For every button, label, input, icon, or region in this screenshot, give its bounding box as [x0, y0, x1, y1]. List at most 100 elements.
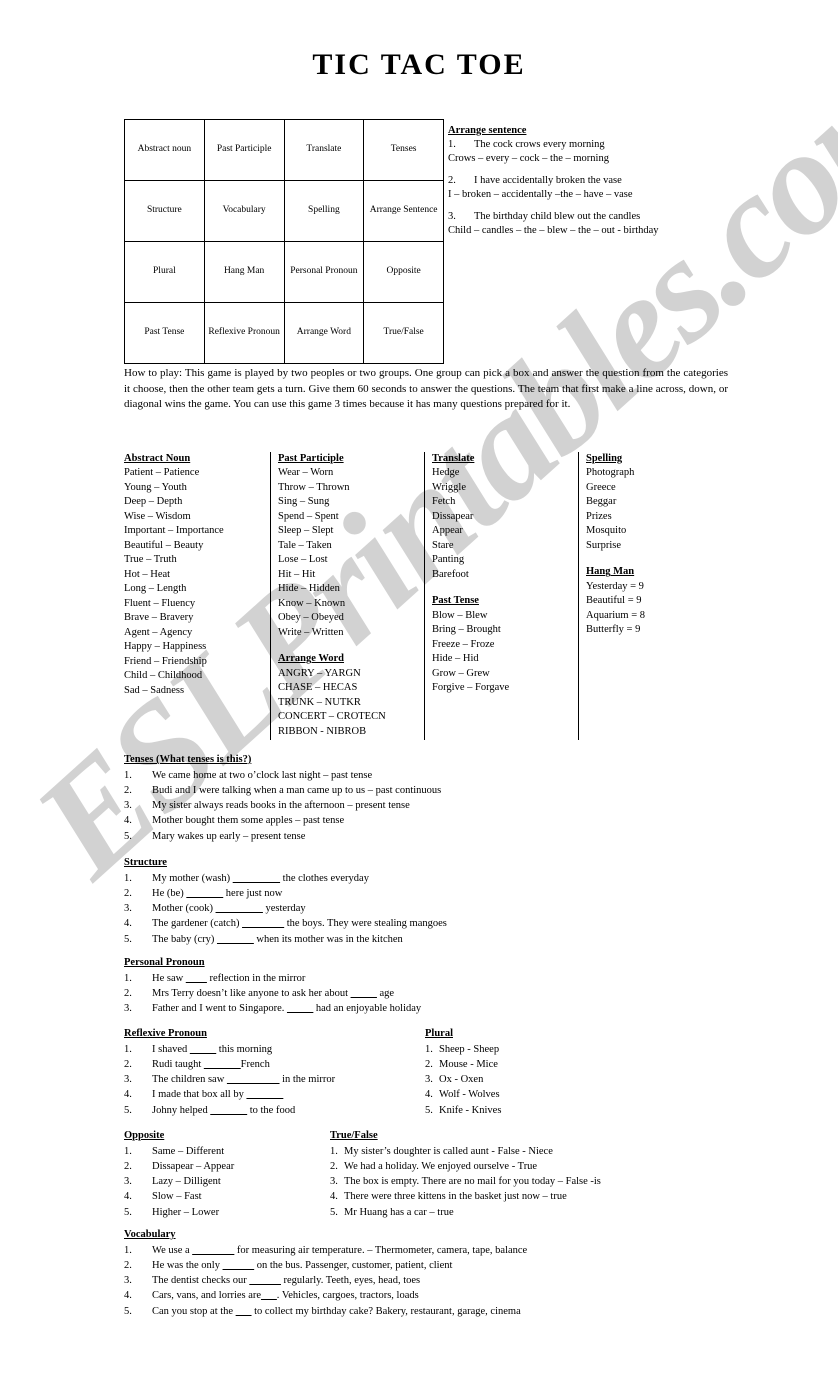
list-item: Wriggle [432, 481, 466, 493]
item-text-before: The gardener (catch) [152, 918, 240, 930]
item-text-after: when its mother was in the kitchen [253, 933, 403, 945]
item-number: 5. [425, 1104, 433, 1116]
item-text: Slow – Fast [152, 1191, 202, 1203]
answer-blank[interactable]: ______ [249, 1275, 281, 1286]
worksheet-page: TIC TAC TOE Abstract noun Past Participl… [0, 0, 838, 1389]
grid-cell[interactable]: Tenses [363, 119, 444, 181]
item-text-after: for measuring air temperature. – Thermom… [234, 1245, 528, 1257]
answer-blank[interactable]: _______ [217, 934, 254, 945]
column-heading: Past Participle [278, 453, 344, 464]
grid-cell[interactable]: Spelling [283, 180, 365, 242]
list-item: Hedge [432, 467, 460, 479]
item-number: 2. [124, 1161, 132, 1173]
grid-cell[interactable]: Arrange Word [283, 302, 365, 364]
list-item: Write – Written [278, 626, 344, 638]
grid-cell[interactable]: Vocabulary [203, 180, 285, 242]
item-text-after: French [240, 1059, 270, 1071]
answer-blank[interactable]: _______ [246, 1089, 283, 1100]
item-number: 4. [124, 918, 132, 930]
item-text: The cock crows every morning [474, 139, 605, 151]
list-item: True – Truth [124, 554, 177, 566]
list-item: 1. We use a ________ for measuring air te… [124, 1243, 724, 1258]
grid-cell[interactable]: Abstract noun [124, 119, 205, 181]
list-item: Sad – Sadness [124, 684, 185, 696]
item-text-before: I shaved [152, 1044, 188, 1056]
item-text-before: My mother (wash) [152, 873, 231, 885]
item-text-before: Johny helped [152, 1104, 208, 1116]
answer-blank[interactable]: _______ [186, 888, 223, 899]
list-item: Happy – Happiness [124, 641, 207, 653]
item-number: 5. [124, 1206, 132, 1218]
list-item: Photograph [586, 467, 635, 479]
answer-blank[interactable]: __________ [227, 1074, 280, 1085]
item-number: 4. [124, 1290, 132, 1302]
answer-blank[interactable]: ________ [192, 1245, 234, 1256]
grid-cell[interactable]: True/False [363, 302, 444, 364]
page-title: TIC TAC TOE [312, 48, 526, 81]
grid-cell[interactable]: Hang Man [203, 241, 285, 303]
grid-cell[interactable]: Past Tense [124, 302, 205, 364]
list-item: Long – Length [124, 583, 187, 595]
table-row: Plural Hang Man Personal Pronoun Opposit… [124, 241, 444, 303]
answer-blank[interactable]: _________ [216, 903, 263, 914]
grid-cell[interactable]: Personal Pronoun [283, 241, 365, 303]
item-text-after: on the bus. Passenger, customer, patient… [254, 1260, 453, 1272]
answer-blank[interactable]: _____ [190, 1044, 216, 1055]
answer-blank[interactable]: ___ [236, 1306, 252, 1317]
list-item: 1. He saw ____ reflection in the mirror [124, 971, 684, 986]
grid-cell[interactable]: Plural [124, 241, 205, 303]
list-item: Greece [586, 481, 616, 493]
list-item: 3. Mother (cook) _________ yesterday [124, 901, 684, 916]
answer-blank[interactable]: _________ [233, 873, 280, 884]
list-item: Hit – Hit [278, 568, 316, 580]
list-item: Bring – Brought [432, 624, 501, 636]
item-text-after: . Vehicles, cargoes, tractors, loads [276, 1290, 419, 1302]
grid-cell[interactable]: Reflexive Pronoun [203, 302, 285, 364]
section-heading: True/False [330, 1130, 378, 1141]
section-tenses: Tenses (What tenses is this?) 1. We came … [124, 752, 684, 844]
item-number: 3. [124, 1074, 132, 1086]
table-row: Structure Vocabulary Spelling Arrange Se… [124, 180, 444, 242]
item-text: The box is empty. There are no mail for … [344, 1176, 601, 1188]
item-number: 4. [124, 1089, 132, 1101]
item-text-after: yesterday [262, 903, 306, 915]
list-item: 4. There were three kittens in the basket… [330, 1189, 730, 1204]
list-item: 3. The box is empty. There are no mail fo… [330, 1174, 730, 1189]
list-item: 2. Mrs Terry doesn’t like anyone to ask h… [124, 986, 684, 1001]
list-item: Child – Childhood [124, 670, 203, 682]
item-text-after: the clothes everyday [280, 873, 369, 885]
section-heading: Vocabulary [124, 1229, 176, 1240]
grid-cell[interactable]: Past Participle [203, 119, 285, 181]
item-number: 2. [448, 175, 456, 187]
item-number: 1. [124, 1146, 132, 1158]
item-number: 1. [425, 1044, 433, 1056]
answer-blank[interactable]: ____ [186, 973, 207, 984]
grid-cell[interactable]: Opposite [363, 241, 444, 303]
item-text: There were three kittens in the basket j… [344, 1191, 567, 1203]
section-heading: Structure [124, 857, 167, 868]
list-item: Sleep – Slept [278, 525, 334, 537]
list-item: ANGRY – YARGN [278, 667, 361, 679]
answer-blank[interactable]: _____ [287, 1003, 313, 1014]
section-personal-pronoun: Personal Pronoun 1. He saw ____ reflectio… [124, 955, 684, 1016]
arrange-sentence-block: Arrange sentence 1. The cock crows every … [448, 124, 748, 246]
grid-cell[interactable]: Translate [283, 119, 365, 181]
item-number: 5. [124, 1305, 132, 1317]
item-text-after: reflection in the mirror [206, 973, 306, 985]
list-item: 5. Can you stop at the ___ to collect my … [124, 1304, 724, 1319]
column-heading-arrange-word: Arrange Word [278, 653, 345, 665]
answer-blank[interactable]: ___ [261, 1290, 277, 1301]
item-text-before: Mrs Terry doesn’t like anyone to ask her… [152, 988, 348, 1000]
item-text-before: Mother (cook) [152, 903, 213, 915]
answer-blank[interactable]: _____ [351, 988, 377, 999]
answer-blank[interactable]: ______ [223, 1260, 255, 1271]
answer-blank[interactable]: _______ [204, 1059, 241, 1070]
answer-blank[interactable]: _______ [210, 1105, 247, 1116]
item-number: 1. [124, 973, 132, 985]
item-number: 4. [124, 1191, 132, 1203]
answer-blank[interactable]: ________ [242, 918, 284, 929]
item-text-before: The children saw [152, 1074, 225, 1086]
item-text-before: We use a [152, 1245, 190, 1257]
grid-cell[interactable]: Arrange Sentence [363, 180, 444, 242]
grid-cell[interactable]: Structure [124, 180, 205, 242]
